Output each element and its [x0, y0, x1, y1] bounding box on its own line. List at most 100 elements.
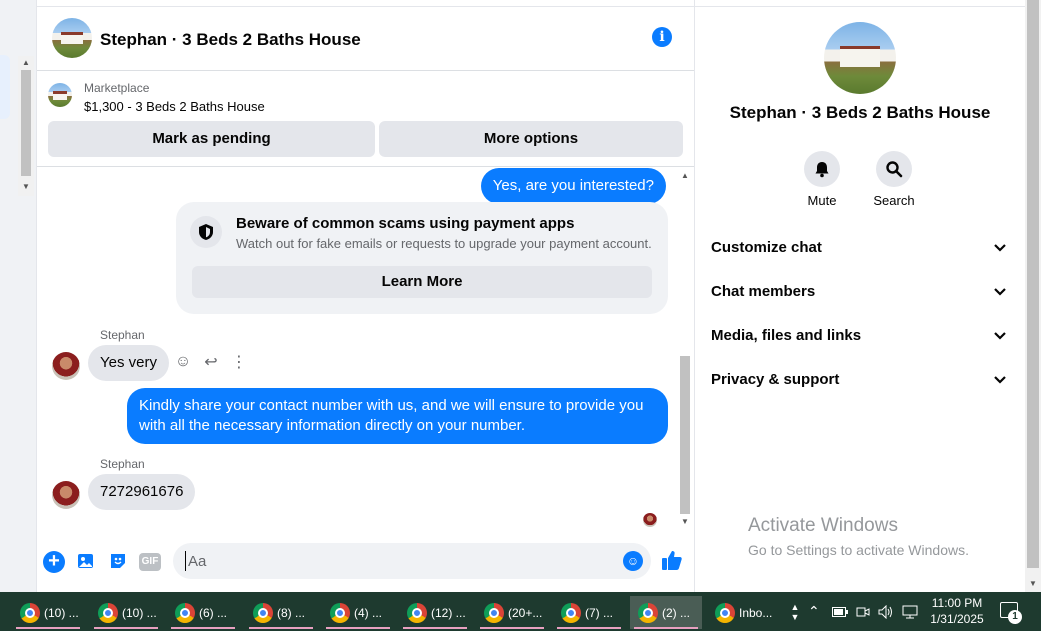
- message-outgoing[interactable]: Yes, are you interested?: [480, 168, 666, 204]
- chrome-icon: [98, 602, 118, 623]
- watermark-subtitle: Go to Settings to activate Windows.: [748, 542, 969, 558]
- sender-avatar[interactable]: [52, 481, 80, 509]
- sender-avatar[interactable]: [52, 352, 80, 380]
- volume-icon[interactable]: [878, 592, 894, 631]
- taskbar-item[interactable]: (8) ...: [245, 596, 317, 629]
- taskbar-item[interactable]: (20+...: [476, 596, 548, 629]
- listing-title[interactable]: $1,300 - 3 Beds 2 Baths House: [84, 99, 265, 114]
- mark-as-pending-button[interactable]: Mark as pending: [48, 121, 375, 157]
- taskbar-item-label: (20+...: [508, 605, 543, 620]
- taskbar-item-label: (10) ...: [44, 605, 79, 620]
- message-input[interactable]: [185, 551, 605, 571]
- image-icon[interactable]: [75, 551, 97, 573]
- message-incoming[interactable]: 7272961676: [88, 474, 196, 510]
- left-scrollbar-thumb[interactable]: [21, 70, 31, 176]
- marketplace-banner: Marketplace $1,300 - 3 Beds 2 Baths Hous…: [37, 71, 694, 167]
- chevron-down-icon[interactable]: [993, 321, 1009, 362]
- message-incoming[interactable]: Yes very: [88, 345, 169, 381]
- thumbs-up-icon[interactable]: [661, 549, 683, 571]
- message-outgoing[interactable]: Kindly share your contact number with us…: [127, 388, 668, 444]
- scroll-up-arrow-icon[interactable]: ▲: [18, 56, 34, 70]
- chevron-down-icon[interactable]: [993, 233, 1009, 274]
- meet-now-icon[interactable]: [856, 592, 870, 631]
- listing-avatar[interactable]: [52, 18, 92, 58]
- seen-indicator-avatar: [643, 513, 657, 527]
- chrome-icon: [407, 602, 427, 623]
- chat-title[interactable]: Stephan · 3 Beds 2 Baths House: [100, 30, 361, 50]
- chevron-down-icon[interactable]: [993, 365, 1009, 406]
- scroll-up-arrow-icon[interactable]: ▲: [677, 170, 693, 182]
- listing-thumbnail[interactable]: [48, 83, 72, 107]
- taskbar-item[interactable]: (6) ...: [167, 596, 239, 629]
- sender-name: Stephan: [100, 328, 145, 342]
- sticker-icon[interactable]: [107, 551, 129, 573]
- customize-chat-row[interactable]: Customize chat: [711, 233, 1009, 263]
- activate-windows-watermark: Activate Windows Go to Settings to activ…: [748, 515, 969, 558]
- shield-icon: [190, 216, 222, 248]
- taskbar-item-label: (7) ...: [585, 605, 614, 620]
- taskbar-item-label: Inbo...: [739, 605, 773, 620]
- taskbar-item-active[interactable]: (2) ...: [630, 596, 702, 629]
- messages-scrollbar[interactable]: ▲ ▼: [677, 170, 693, 530]
- chrome-icon: [330, 602, 350, 623]
- learn-more-button[interactable]: Learn More: [192, 266, 652, 298]
- messages-scrollbar-thumb[interactable]: [680, 356, 690, 514]
- taskbar-item[interactable]: (10) ...: [12, 596, 84, 629]
- search-button[interactable]: Search: [864, 151, 924, 208]
- scroll-down-arrow-icon[interactable]: ▼: [677, 516, 693, 528]
- media-files-links-row[interactable]: Media, files and links: [711, 321, 1009, 351]
- scam-warning-text: Watch out for fake emails or requests to…: [236, 236, 652, 251]
- taskbar-item-label: (12) ...: [431, 605, 466, 620]
- message-input-box[interactable]: ☺: [173, 543, 651, 579]
- clock-date: 1/31/2025: [930, 612, 984, 626]
- chevron-down-icon[interactable]: [993, 277, 1009, 318]
- chat-members-row[interactable]: Chat members: [711, 277, 1009, 307]
- panel-title: Stephan · 3 Beds 2 Baths House: [729, 103, 991, 122]
- chrome-icon: [561, 602, 581, 623]
- taskbar-item[interactable]: Inbo...: [707, 596, 779, 629]
- watermark-title: Activate Windows: [748, 515, 898, 536]
- emoji-icon[interactable]: ☺: [623, 551, 643, 571]
- left-scrollbar[interactable]: ▲ ▼: [18, 56, 34, 196]
- taskbar-underline: [480, 627, 544, 629]
- info-icon[interactable]: i: [652, 27, 672, 47]
- taskbar-item-label: (6) ...: [199, 605, 228, 620]
- taskbar-scroll-arrows-icon[interactable]: ▲ ▼: [788, 592, 802, 631]
- gif-icon[interactable]: GIF: [139, 553, 161, 571]
- taskbar-item[interactable]: (7) ...: [553, 596, 625, 629]
- scroll-down-arrow-icon[interactable]: ▼: [18, 180, 34, 194]
- sender-name: Stephan: [100, 457, 145, 471]
- privacy-support-row[interactable]: Privacy & support: [711, 365, 1009, 395]
- taskbar-item[interactable]: (10) ...: [90, 596, 162, 629]
- mute-button[interactable]: Mute: [792, 151, 852, 208]
- marketplace-label: Marketplace: [84, 81, 150, 95]
- taskbar: (10) ... (10) ... (6) ... (8) ... (4) ..…: [0, 592, 1041, 631]
- chrome-icon: [253, 602, 273, 623]
- selected-conversation-edge[interactable]: [0, 55, 10, 119]
- taskbar-item-label: (8) ...: [277, 605, 306, 620]
- bell-icon[interactable]: [804, 151, 840, 187]
- scam-warning-card: Beware of common scams using payment app…: [176, 202, 668, 314]
- react-emoji-icon[interactable]: ☺: [174, 353, 192, 371]
- taskbar-underline: [16, 627, 80, 629]
- taskbar-item[interactable]: (12) ...: [399, 596, 471, 629]
- divider: [695, 6, 1025, 7]
- network-icon[interactable]: [902, 592, 918, 631]
- system-clock[interactable]: 11:00 PM 1/31/2025: [922, 595, 992, 627]
- plus-icon[interactable]: +: [43, 551, 65, 573]
- taskbar-underline: [326, 627, 390, 629]
- window-scrollbar[interactable]: ▼: [1025, 0, 1041, 592]
- more-options-button[interactable]: More options: [379, 121, 683, 157]
- more-vertical-icon[interactable]: ⋮: [230, 352, 248, 372]
- scroll-down-arrow-icon[interactable]: ▼: [1025, 579, 1041, 588]
- chrome-icon: [484, 602, 504, 623]
- reply-icon[interactable]: ↩: [202, 352, 220, 372]
- message-actions: ☺ ↩ ⋮: [174, 352, 248, 372]
- battery-icon[interactable]: [832, 592, 848, 631]
- tray-chevron-up-icon[interactable]: ⌃: [808, 592, 820, 631]
- search-icon[interactable]: [876, 151, 912, 187]
- window-scrollbar-thumb[interactable]: [1027, 0, 1039, 568]
- listing-avatar-large[interactable]: [824, 22, 896, 94]
- row-label: Media, files and links: [711, 327, 862, 344]
- taskbar-item[interactable]: (4) ...: [322, 596, 394, 629]
